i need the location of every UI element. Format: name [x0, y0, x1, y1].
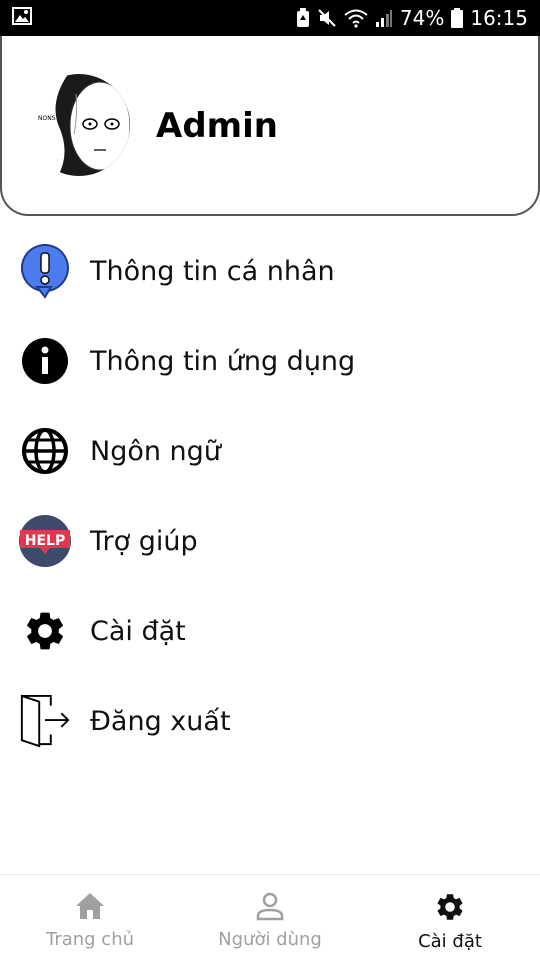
menu-label-logout: Đăng xuất — [90, 705, 231, 737]
user-icon — [255, 891, 285, 925]
status-time: 16:15 — [470, 6, 528, 30]
settings-screen: 74% 16:15 NONS Admin Thông tin cá nhân T… — [0, 0, 540, 960]
help-badge-text: HELP — [25, 533, 65, 549]
image-icon — [12, 7, 32, 29]
alert-bubble-icon — [18, 244, 72, 299]
battery-icon — [451, 8, 464, 28]
battery-saver-icon — [296, 8, 310, 28]
status-bar: 74% 16:15 — [0, 0, 540, 36]
menu-item-app-info[interactable]: Thông tin ứng dụng — [0, 316, 540, 406]
menu-label-language: Ngôn ngữ — [90, 435, 221, 467]
tab-settings-label: Cài đặt — [418, 931, 482, 952]
menu-label-app-info: Thông tin ứng dụng — [90, 345, 356, 377]
menu-label-settings: Cài đặt — [90, 615, 186, 647]
menu-label-personal-info: Thông tin cá nhân — [90, 255, 335, 287]
info-icon — [18, 334, 72, 388]
wifi-icon — [344, 8, 368, 28]
menu-label-help: Trợ giúp — [90, 525, 198, 557]
tab-users[interactable]: Người dùng — [180, 875, 360, 960]
menu-item-settings[interactable]: Cài đặt — [0, 586, 540, 676]
mute-icon — [317, 8, 337, 28]
globe-icon — [18, 424, 72, 478]
status-right: 74% 16:15 — [296, 6, 528, 30]
menu-item-logout[interactable]: Đăng xuất — [0, 676, 540, 766]
bottom-navigation: Trang chủ Người dùng Cài đặt — [0, 874, 540, 960]
profile-name: Admin — [156, 106, 278, 146]
menu-item-help[interactable]: HELP Trợ giúp — [0, 496, 540, 586]
svg-text:NONS: NONS — [38, 115, 56, 122]
help-badge-icon: HELP — [18, 514, 72, 568]
menu-item-personal-info[interactable]: Thông tin cá nhân — [0, 226, 540, 316]
signal-icon — [375, 8, 393, 28]
gear-icon — [18, 604, 72, 658]
status-left — [12, 7, 32, 29]
gear-icon — [434, 891, 466, 927]
home-icon — [74, 891, 106, 925]
tab-home-label: Trang chủ — [45, 929, 135, 950]
tab-users-label: Người dùng — [218, 929, 322, 950]
tab-home[interactable]: Trang chủ — [0, 875, 180, 960]
logout-door-icon — [18, 694, 72, 748]
profile-card[interactable]: NONS Admin — [0, 36, 540, 216]
menu-item-language[interactable]: Ngôn ngữ — [0, 406, 540, 496]
settings-menu: Thông tin cá nhân Thông tin ứng dụng Ngô… — [0, 226, 540, 766]
tab-settings[interactable]: Cài đặt — [360, 875, 540, 960]
avatar[interactable]: NONS — [28, 74, 130, 176]
battery-percent: 74% — [399, 6, 445, 30]
